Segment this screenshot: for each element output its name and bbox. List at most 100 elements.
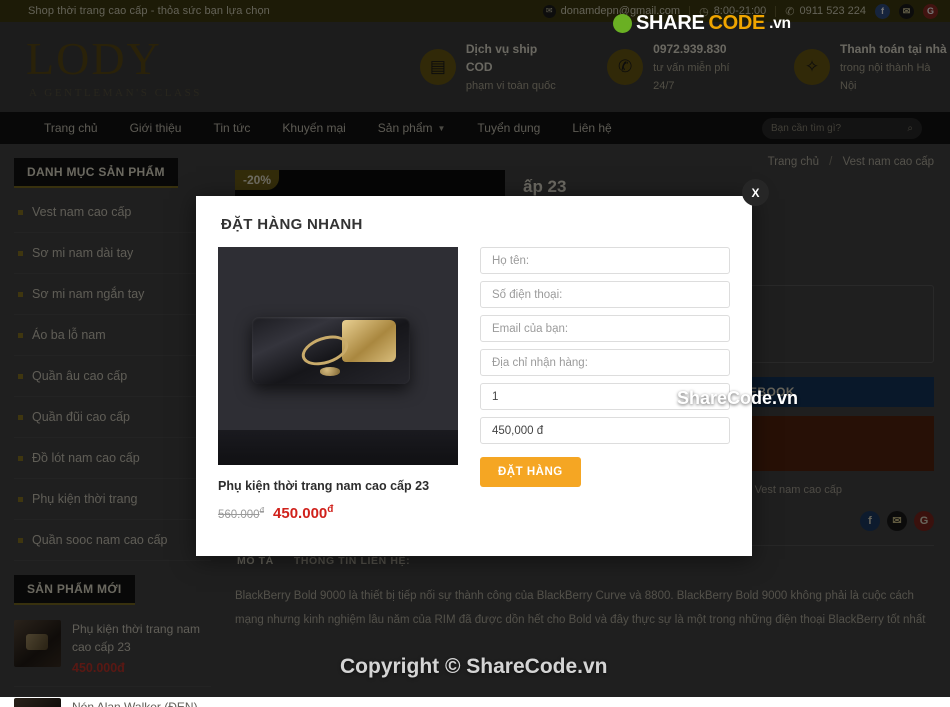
tab-thong-tin-lien-he[interactable]: THÔNG TIN LIÊN HỆ: — [294, 555, 410, 567]
new-price-unit: đ — [327, 503, 334, 515]
hours-text: 8:00-21:00 — [713, 5, 767, 17]
category-label: Sơ mi nam dài tay — [32, 246, 134, 260]
quick-order-modal: X ĐẶT HÀNG NHANH Phụ kiện thời trang nam… — [196, 179, 769, 556]
order-form: Họ tên: Số điện thoại: Email của bạn: Đị… — [480, 247, 730, 522]
price-field[interactable]: 450,000 đ — [480, 417, 730, 444]
nav-label: Trang chủ — [44, 121, 98, 135]
close-icon[interactable]: X — [742, 179, 769, 206]
list-item[interactable]: Phụ kiện thời trang nam cao cấp 23 450.0… — [14, 609, 211, 688]
search-icon[interactable]: ⌕ — [907, 123, 913, 134]
bullet-icon — [18, 291, 23, 297]
nav-label: Giới thiệu — [129, 121, 182, 135]
search-placeholder: Bạn cần tìm gì? — [771, 123, 842, 134]
buckle-gold-plate — [341, 320, 396, 363]
sidebar-item-do-lot[interactable]: Đồ lót nam cao cấp — [14, 438, 211, 479]
submit-order-button[interactable]: ĐẶT HÀNG — [480, 457, 581, 487]
address-field[interactable]: Địa chỉ nhận hàng: — [480, 349, 730, 376]
sidebar-item-quan-au[interactable]: Quần âu cao cấp — [14, 356, 211, 397]
product-thumbnail — [14, 698, 61, 707]
new-products-title: SẢN PHẨM MỚI — [14, 575, 135, 605]
nav-item-khuyen-mai[interactable]: Khuyến mại — [266, 112, 361, 144]
divider — [689, 5, 691, 17]
feature-subtitle: tư vấn miễn phí 24/7 — [653, 61, 730, 93]
nav-item-tuyen-dung[interactable]: Tuyển dụng — [461, 112, 556, 144]
feature-pay-at-home: ✧ Thanh toán tại nhà trong nội thành Hà … — [794, 40, 950, 95]
sidebar: DANH MỤC SẢN PHẨM Vest nam cao cấp Sơ mi… — [0, 144, 225, 707]
email-field[interactable]: Email của bạn: — [480, 315, 730, 342]
google-plus-share-icon[interactable]: G — [914, 510, 934, 531]
category-label: Áo ba lỗ nam — [32, 328, 106, 342]
bullet-icon — [18, 414, 23, 420]
clock-icon: ◷ — [699, 5, 709, 18]
feature-title: Thanh toán tại nhà — [840, 41, 947, 56]
google-plus-icon[interactable]: G — [923, 3, 938, 19]
facebook-share-icon[interactable]: f — [860, 510, 880, 531]
product-thumbnail — [14, 620, 61, 667]
bullet-icon — [18, 332, 23, 338]
modal-product-name: Phụ kiện thời trang nam cao cấp 23 — [218, 479, 430, 493]
bullet-icon — [18, 250, 23, 256]
email-icon[interactable]: ✉ — [899, 3, 914, 19]
nav-item-tin-tuc[interactable]: Tin tức — [197, 112, 266, 144]
new-price-value: 450.000 — [273, 504, 328, 522]
contact-email[interactable]: ✉ donamdepn@gmail.com — [542, 4, 680, 18]
email-share-icon[interactable]: ✉ — [887, 510, 907, 531]
category-label: Quần đũi cao cấp — [32, 410, 130, 424]
sidebar-item-phu-kien[interactable]: Phụ kiện thời trang — [14, 479, 211, 520]
product-price: 450.000đ — [72, 661, 125, 676]
bullet-icon — [18, 373, 23, 379]
site-logo[interactable]: LODY A GENTLEMAN'S CLASS — [0, 32, 300, 99]
category-label: Vest nam cao cấp — [32, 205, 132, 219]
breadcrumb-home[interactable]: Trang chủ — [768, 156, 819, 168]
facebook-icon[interactable]: f — [875, 3, 890, 19]
sidebar-item-ao-ba-lo[interactable]: Áo ba lỗ nam — [14, 315, 211, 356]
divider — [775, 5, 777, 17]
desc-paragraph-1: BlackBerry Bold 9000 là thiết bị tiếp nố… — [235, 589, 914, 602]
desc-paragraph-2: mạng nhưng kinh nghiệm lâu năm của RIM đ… — [235, 614, 926, 627]
category-label: Sơ mi nam ngắn tay — [32, 287, 145, 301]
category-label: Phụ kiện thời trang — [32, 492, 138, 506]
discount-badge: -20% — [235, 170, 280, 190]
feature-title: 0972.939.830 — [653, 41, 727, 56]
search-input[interactable]: Bạn cần tìm gì? ⌕ — [762, 118, 922, 139]
logo-text: LODY — [26, 32, 162, 84]
feature-title: Dịch vụ ship COD — [465, 41, 538, 74]
nav-item-gioi-thieu[interactable]: Giới thiệu — [114, 112, 198, 144]
sidebar-item-quan-sooc[interactable]: Quần sooc nam cao cấp — [14, 520, 211, 561]
nav-item-san-pham[interactable]: Sản phẩm ▼ — [362, 112, 462, 144]
phone-icon: ✆ — [785, 5, 795, 18]
category-label: Đồ lót nam cao cấp — [32, 451, 140, 465]
phone-field[interactable]: Số điện thoại: — [480, 281, 730, 308]
site-slogan: Shop thời trang cao cấp - thỏa sức bạn l… — [28, 5, 270, 17]
tab-panel-description: BlackBerry Bold 9000 là thiết bị tiếp nố… — [235, 574, 934, 633]
product-name: Phụ kiện thời trang nam cao cấp 23 — [72, 622, 200, 655]
hand-money-icon: ✧ — [794, 49, 830, 85]
category-label: Quần sooc nam cao cấp — [32, 533, 168, 547]
quantity-field[interactable]: 1 — [480, 383, 730, 410]
nav-label: Khuyến mại — [282, 121, 346, 135]
modal-title: ĐẶT HÀNG NHANH — [221, 216, 363, 233]
category-list: Vest nam cao cấp Sơ mi nam dài tay Sơ mi… — [14, 192, 225, 561]
fullname-field[interactable]: Họ tên: — [480, 247, 730, 274]
product-name: Nón Alan Walker (ĐEN) Hàn Quốc cho nam — [72, 700, 198, 707]
sidebar-item-so-mi-dai-tay[interactable]: Sơ mi nam dài tay — [14, 233, 211, 274]
mail-icon: ✉ — [542, 4, 556, 18]
header-features: ▤ Dịch vụ ship COD phạm vi toàn quốc ✆ 0… — [419, 40, 950, 95]
sidebar-item-quan-dui[interactable]: Quần đũi cao cấp — [14, 397, 211, 438]
contact-phone[interactable]: ✆ 0911 523 224 — [785, 5, 866, 18]
truck-icon: ▤ — [419, 49, 456, 85]
sidebar-item-vest-nam[interactable]: Vest nam cao cấp — [14, 192, 211, 233]
belt-buckle-shape — [251, 316, 410, 385]
main-navigation: Trang chủ Giới thiệu Tin tức Khuyến mại … — [0, 112, 950, 144]
bullet-icon — [18, 537, 23, 543]
list-item[interactable]: Nón Alan Walker (ĐEN) Hàn Quốc cho nam 6… — [14, 687, 211, 707]
sidebar-item-so-mi-ngan-tay[interactable]: Sơ mi nam ngắn tay — [14, 274, 211, 315]
feature-hotline: ✆ 0972.939.830 tư vấn miễn phí 24/7 — [607, 40, 754, 95]
nav-item-trang-chu[interactable]: Trang chủ — [28, 112, 114, 144]
bullet-icon — [18, 455, 23, 461]
breadcrumb: Trang chủ / Vest nam cao cấp — [768, 156, 934, 168]
old-price-value: 560.000 — [218, 508, 260, 521]
site-header: LODY A GENTLEMAN'S CLASS ▤ Dịch vụ ship … — [0, 22, 950, 112]
nav-label: Tin tức — [213, 121, 251, 135]
nav-item-lien-he[interactable]: Liên hệ — [556, 112, 627, 144]
